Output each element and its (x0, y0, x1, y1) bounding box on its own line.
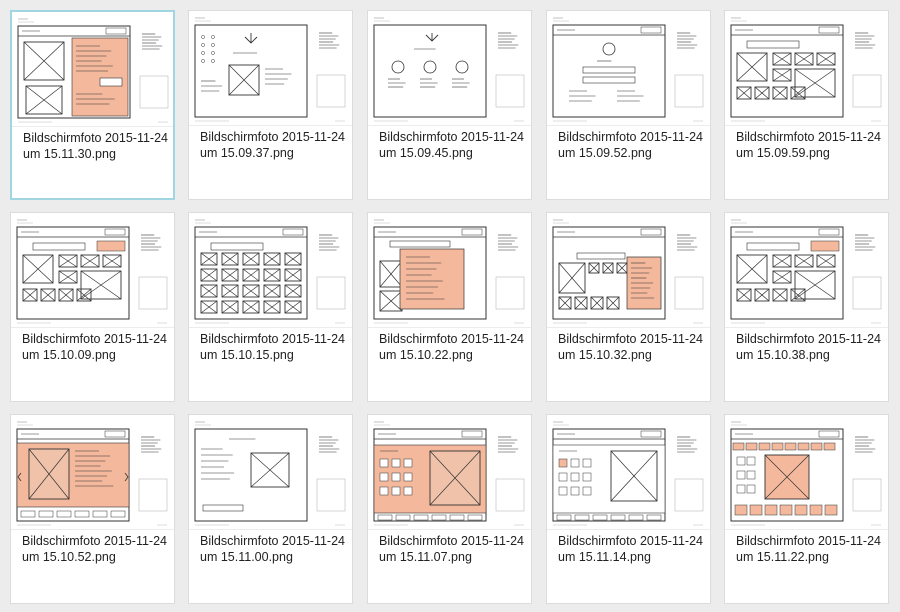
file-thumbnail[interactable] (725, 11, 888, 126)
file-card[interactable]: Bildschirmfoto 2015-11-24 um 15.10.38.png (724, 212, 889, 402)
file-name-line-1: Bildschirmfoto 2015-11-24 (379, 332, 524, 346)
file-name-line-1: Bildschirmfoto 2015-11-24 (200, 534, 345, 548)
file-name-line-2: um 15.11.14.png (558, 550, 651, 564)
file-name-line-2: um 15.09.45.png (379, 146, 473, 160)
file-grid: Bildschirmfoto 2015-11-24 um 15.11.30.png… (0, 0, 900, 612)
file-name[interactable]: Bildschirmfoto 2015-11-24 um 15.09.59.png (736, 129, 882, 161)
file-card[interactable]: Bildschirmfoto 2015-11-24 um 15.11.30.png (10, 10, 175, 200)
file-name-line-2: um 15.11.22.png (736, 550, 829, 564)
file-name[interactable]: Bildschirmfoto 2015-11-24 um 15.10.22.png (379, 331, 525, 363)
file-card[interactable]: Bildschirmfoto 2015-11-24 um 15.11.00.png (188, 414, 353, 604)
file-thumbnail[interactable] (725, 213, 888, 328)
file-name-line-1: Bildschirmfoto 2015-11-24 (736, 534, 881, 548)
file-name[interactable]: Bildschirmfoto 2015-11-24 um 15.11.07.png (379, 533, 525, 565)
sketch-preview (17, 18, 169, 123)
file-name[interactable]: Bildschirmfoto 2015-11-24 um 15.10.38.png (736, 331, 882, 363)
sketch-preview (373, 219, 525, 324)
file-name-line-2: um 15.09.37.png (200, 146, 294, 160)
file-card[interactable]: Bildschirmfoto 2015-11-24 um 15.09.52.png (546, 10, 711, 200)
file-card[interactable]: Bildschirmfoto 2015-11-24 um 15.09.59.png (724, 10, 889, 200)
sketch-preview (16, 421, 168, 526)
file-name-line-2: um 15.10.52.png (22, 550, 116, 564)
file-card[interactable]: Bildschirmfoto 2015-11-24 um 15.10.52.png (10, 414, 175, 604)
file-card[interactable]: Bildschirmfoto 2015-11-24 um 15.11.14.png (546, 414, 711, 604)
file-name-line-2: um 15.10.38.png (736, 348, 830, 362)
file-name-line-2: um 15.11.07.png (379, 550, 472, 564)
sketch-preview (373, 421, 525, 526)
file-name-line-1: Bildschirmfoto 2015-11-24 (200, 130, 345, 144)
sketch-preview (194, 17, 346, 122)
file-name[interactable]: Bildschirmfoto 2015-11-24 um 15.11.22.png (736, 533, 882, 565)
file-name[interactable]: Bildschirmfoto 2015-11-24 um 15.09.37.png (200, 129, 346, 161)
file-name[interactable]: Bildschirmfoto 2015-11-24 um 15.10.15.png (200, 331, 346, 363)
sketch-preview (552, 17, 704, 122)
file-card[interactable]: Bildschirmfoto 2015-11-24 um 15.10.09.png (10, 212, 175, 402)
file-thumbnail[interactable] (368, 415, 531, 530)
file-name[interactable]: Bildschirmfoto 2015-11-24 um 15.10.52.png (22, 533, 168, 565)
file-card[interactable]: Bildschirmfoto 2015-11-24 um 15.10.22.png (367, 212, 532, 402)
file-name[interactable]: Bildschirmfoto 2015-11-24 um 15.10.32.png (558, 331, 704, 363)
file-name[interactable]: Bildschirmfoto 2015-11-24 um 15.10.09.png (22, 331, 168, 363)
file-thumbnail[interactable] (11, 415, 174, 530)
file-name[interactable]: Bildschirmfoto 2015-11-24 um 15.09.52.png (558, 129, 704, 161)
file-thumbnail[interactable] (189, 11, 352, 126)
file-name-line-2: um 15.10.15.png (200, 348, 294, 362)
file-name-line-2: um 15.09.59.png (736, 146, 830, 160)
file-name[interactable]: Bildschirmfoto 2015-11-24 um 15.11.14.png (558, 533, 704, 565)
file-card[interactable]: Bildschirmfoto 2015-11-24 um 15.10.15.png (188, 212, 353, 402)
file-name-line-1: Bildschirmfoto 2015-11-24 (200, 332, 345, 346)
file-name-line-1: Bildschirmfoto 2015-11-24 (23, 131, 168, 145)
file-card[interactable]: Bildschirmfoto 2015-11-24 um 15.09.45.png (367, 10, 532, 200)
file-name-line-2: um 15.09.52.png (558, 146, 652, 160)
file-thumbnail[interactable] (547, 415, 710, 530)
file-thumbnail[interactable] (11, 213, 174, 328)
file-thumbnail[interactable] (547, 213, 710, 328)
file-name-line-1: Bildschirmfoto 2015-11-24 (22, 332, 167, 346)
file-thumbnail[interactable] (368, 11, 531, 126)
file-name-line-1: Bildschirmfoto 2015-11-24 (558, 534, 703, 548)
file-thumbnail[interactable] (189, 213, 352, 328)
sketch-preview (730, 421, 882, 526)
file-name-line-2: um 15.11.00.png (200, 550, 293, 564)
file-name[interactable]: Bildschirmfoto 2015-11-24 um 15.09.45.png (379, 129, 525, 161)
file-name-line-2: um 15.10.32.png (558, 348, 652, 362)
file-name-line-1: Bildschirmfoto 2015-11-24 (558, 130, 703, 144)
file-name-line-1: Bildschirmfoto 2015-11-24 (558, 332, 703, 346)
file-name[interactable]: Bildschirmfoto 2015-11-24 um 15.11.30.png (23, 130, 168, 162)
file-name-line-1: Bildschirmfoto 2015-11-24 (736, 332, 881, 346)
file-name-line-2: um 15.10.09.png (22, 348, 116, 362)
sketch-preview (552, 421, 704, 526)
file-card[interactable]: Bildschirmfoto 2015-11-24 um 15.11.22.png (724, 414, 889, 604)
file-name-line-1: Bildschirmfoto 2015-11-24 (736, 130, 881, 144)
sketch-preview (373, 17, 525, 122)
file-name-line-1: Bildschirmfoto 2015-11-24 (379, 534, 524, 548)
sketch-preview (194, 421, 346, 526)
sketch-preview (730, 219, 882, 324)
sketch-preview (194, 219, 346, 324)
file-thumbnail[interactable] (547, 11, 710, 126)
file-thumbnail[interactable] (189, 415, 352, 530)
sketch-preview (552, 219, 704, 324)
file-thumbnail[interactable] (368, 213, 531, 328)
file-card[interactable]: Bildschirmfoto 2015-11-24 um 15.10.32.png (546, 212, 711, 402)
file-card[interactable]: Bildschirmfoto 2015-11-24 um 15.09.37.png (188, 10, 353, 200)
file-name-line-1: Bildschirmfoto 2015-11-24 (379, 130, 524, 144)
file-name-line-2: um 15.10.22.png (379, 348, 473, 362)
file-thumbnail[interactable] (725, 415, 888, 530)
file-card[interactable]: Bildschirmfoto 2015-11-24 um 15.11.07.png (367, 414, 532, 604)
file-thumbnail[interactable] (12, 12, 173, 127)
file-name-line-1: Bildschirmfoto 2015-11-24 (22, 534, 167, 548)
file-name[interactable]: Bildschirmfoto 2015-11-24 um 15.11.00.png (200, 533, 346, 565)
sketch-preview (730, 17, 882, 122)
sketch-preview (16, 219, 168, 324)
file-name-line-2: um 15.11.30.png (23, 147, 116, 161)
